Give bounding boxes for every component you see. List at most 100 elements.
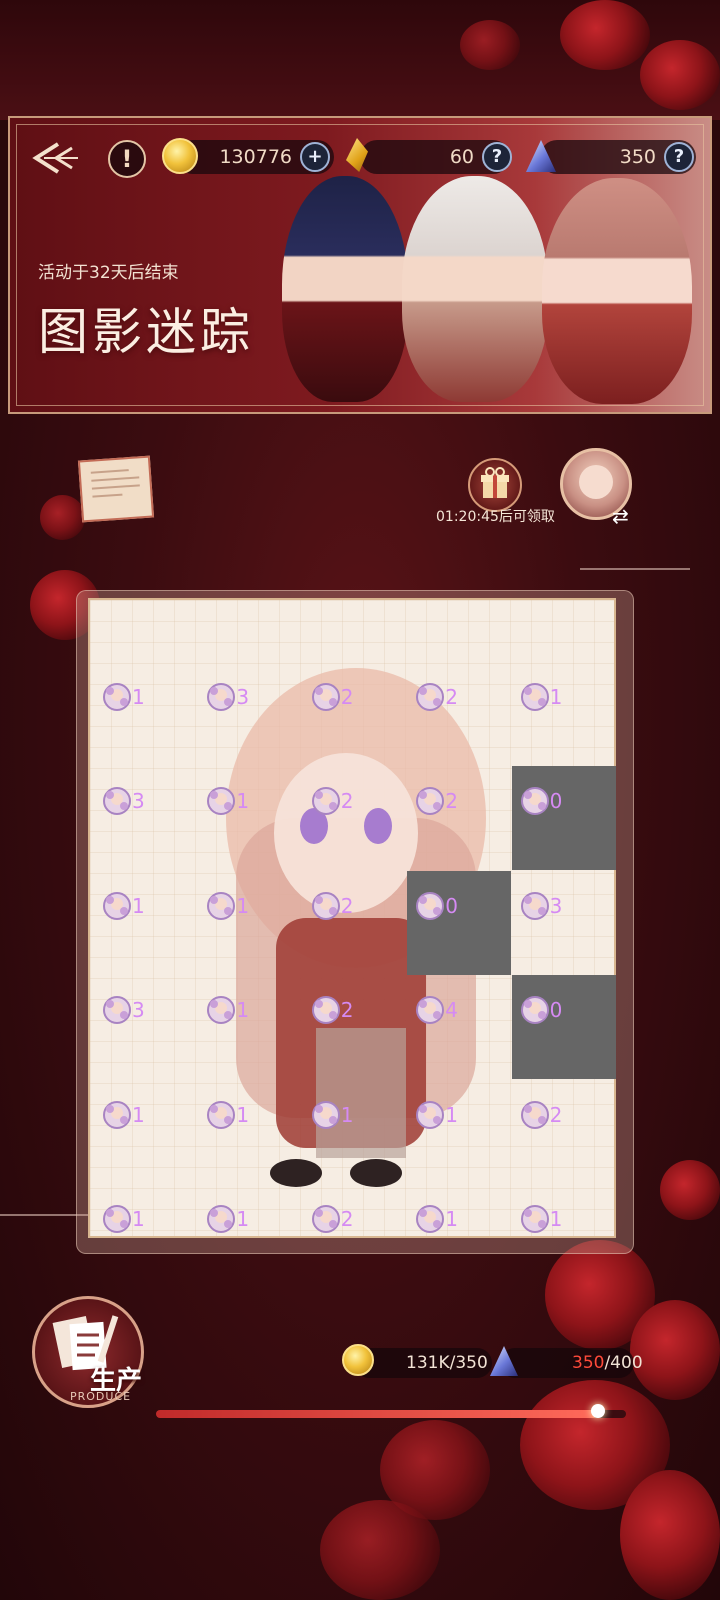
clue-count: 1 [236,893,250,918]
note-line [91,484,140,490]
board-cell[interactable]: 2 [303,1205,407,1314]
board-cell[interactable]: 2 [512,1100,616,1210]
clue-marker-icon [311,995,341,1025]
rose-decoration [620,1470,720,1600]
board-cell-covered[interactable]: 0 [407,870,512,975]
swap-icon[interactable]: ⇄ [612,502,640,530]
clue-marker-icon [415,1100,445,1130]
question-icon: ? [673,146,685,167]
crystal-progress: 350/400 [572,1348,643,1378]
clue-marker-icon [311,682,341,712]
clue-count: 3 [236,685,250,709]
clue-marker-icon [311,891,341,921]
gold-progress: 131K/350 [406,1353,488,1373]
clue-count: 2 [340,998,354,1023]
board-cell[interactable]: 1 [94,891,198,1001]
clue-marker-icon [102,682,132,712]
board-cell[interactable]: 2 [407,683,511,792]
clue-count: 1 [445,1207,458,1231]
gift-icon [481,467,509,498]
crystal-help-button[interactable]: ? [664,142,694,172]
clue-marker-icon [415,1204,445,1234]
board-cell[interactable]: 1 [198,996,302,1105]
board-cell[interactable]: 3 [94,787,198,896]
clue-marker-icon [415,786,445,816]
clue-count: 0 [549,998,563,1023]
rose-decoration [640,40,720,110]
board-cell[interactable]: 3 [94,996,198,1105]
clue-count: 2 [445,685,458,709]
character-1 [282,176,408,402]
clue-count: 1 [340,1102,354,1127]
clue-count: 4 [445,998,458,1023]
clue-marker-icon [311,786,341,816]
plus-icon: + [307,146,323,167]
clue-count: 3 [132,998,145,1023]
board-cell[interactable]: 1 [512,1205,616,1314]
gold-amount: 130776 [219,146,292,168]
board-cell[interactable]: 1 [198,1100,302,1210]
board-cell[interactable]: 1 [198,891,302,1001]
clue-count: 2 [340,789,354,814]
rules-note-button[interactable] [77,455,155,523]
gift-timer: 01:20:45后可领取 [436,509,555,525]
clue-marker-icon [206,786,236,816]
clue-marker-icon [206,1204,236,1234]
character-portrait-avatar [579,465,613,499]
add-gold-button[interactable]: + [300,142,330,172]
production-progress-knob [590,1404,605,1418]
clue-marker-icon [311,1204,341,1234]
board-cell[interactable]: 1 [303,1100,407,1210]
crystal-amount: 350 [619,146,656,168]
rose-decoration [560,0,650,70]
decorative-line [580,568,690,570]
board-cell[interactable]: 2 [303,683,407,792]
rose-decoration [660,1160,720,1220]
board-cell[interactable]: 1 [407,1205,511,1314]
clue-marker-icon [206,682,236,712]
board-cell-covered[interactable]: 0 [511,766,616,871]
board-cell[interactable]: 4 [407,996,511,1105]
clue-marker-icon [520,682,550,712]
board-cell-covered[interactable]: 0 [511,975,616,1080]
rose-decoration [320,1500,440,1600]
note-line [92,493,123,498]
clue-marker-icon [206,995,236,1025]
gift-button[interactable] [468,458,522,512]
clue-marker-icon [102,1204,132,1234]
clue-marker-icon [520,995,550,1025]
board-cell[interactable]: 2 [303,996,407,1105]
notice-button[interactable]: ! [108,140,146,178]
board-cell[interactable]: 1 [94,683,198,792]
back-arrow-icon [32,142,78,174]
clue-marker-icon [102,891,132,921]
clue-marker-icon [102,995,132,1025]
note-line [91,476,140,482]
clue-count: 1 [236,1102,250,1127]
clue-count: 3 [549,893,563,918]
back-button[interactable] [28,138,84,178]
clue-marker-icon [102,1100,132,1130]
board-cell[interactable]: 1 [94,1100,198,1210]
clue-count: 0 [445,893,458,918]
board-cell[interactable]: 1 [198,1205,302,1314]
clue-count: 1 [132,1207,145,1231]
clue-count: 2 [340,893,354,918]
character-2 [402,176,548,402]
clue-marker-icon [415,995,445,1025]
board-cell[interactable]: 3 [198,683,302,792]
board-cell[interactable]: 1 [198,787,302,896]
amber-help-button[interactable]: ? [482,142,512,172]
board-cell[interactable]: 1 [407,1100,511,1210]
board-cell[interactable]: 2 [303,787,407,896]
clue-count: 1 [132,685,145,709]
clue-marker-icon [415,682,445,712]
exclamation-icon: ! [121,145,133,173]
event-title: 图影迷踪 [38,303,254,361]
clue-count: 2 [340,1207,354,1231]
rose-decoration [40,495,85,540]
clue-count: 3 [132,789,145,814]
clue-marker-icon [102,786,132,816]
clue-marker-icon [520,786,550,816]
board-cell[interactable]: 2 [303,891,407,1001]
